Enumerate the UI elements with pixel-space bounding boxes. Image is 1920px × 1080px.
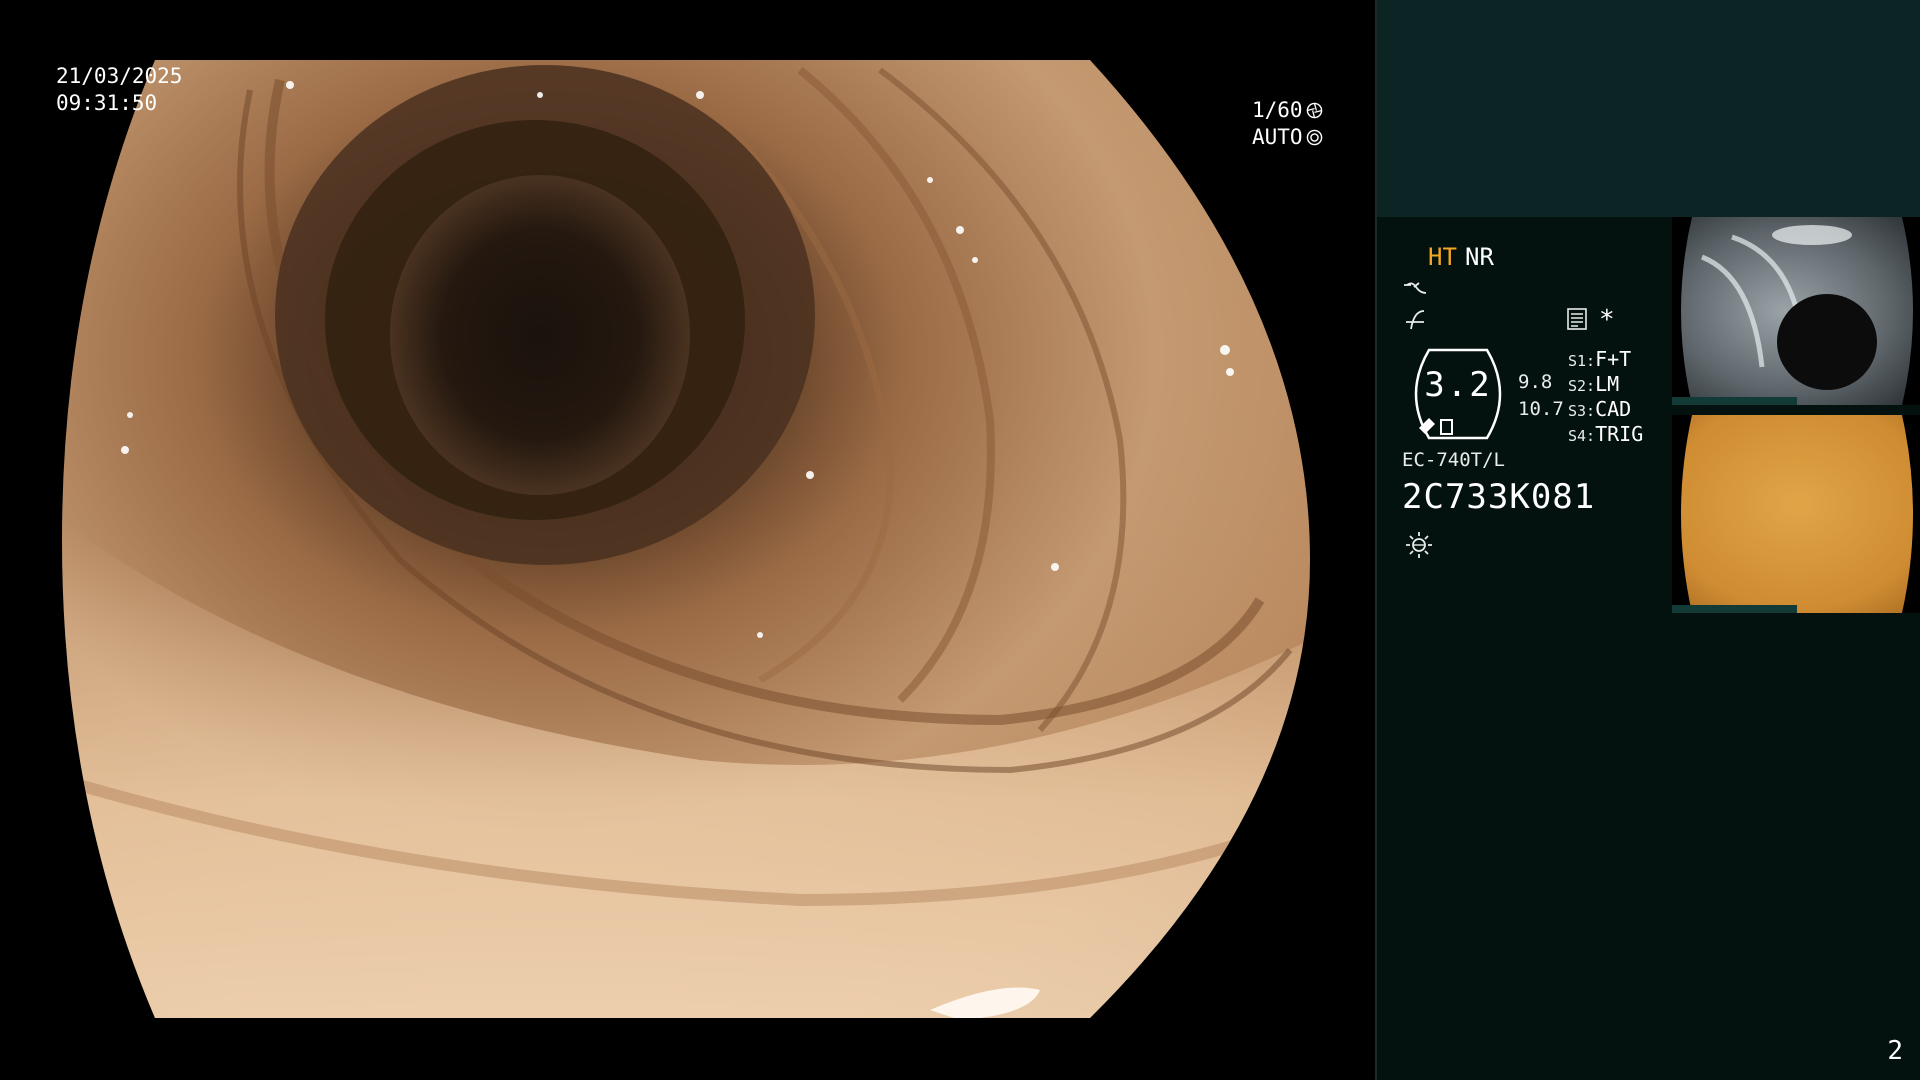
switch-value: TRIG	[1595, 422, 1644, 446]
capture-thumbnail-1[interactable]	[1672, 217, 1920, 405]
exposure-overlay: 1/60 AUTO	[1252, 97, 1323, 151]
thumbnail-image	[1681, 415, 1913, 613]
switch-key: S4:	[1568, 427, 1596, 445]
switch-row-s3: S3:CAD	[1568, 397, 1631, 421]
thumbnail-image	[1681, 217, 1913, 405]
switch-row-s4: S4:TRIG	[1568, 422, 1643, 446]
mode-ht-label: HT	[1428, 243, 1457, 271]
switch-row-s1: S1:F+T	[1568, 347, 1631, 371]
enhance-curve-icon	[1404, 282, 1427, 294]
date-text: 21/03/2025	[56, 64, 183, 88]
color-tone-icon	[1406, 310, 1425, 330]
shutter-icon	[1306, 102, 1322, 119]
thumbnail-bar	[1672, 605, 1797, 613]
switch-value: LM	[1595, 372, 1620, 396]
capture-thumbnail-2[interactable]	[1672, 415, 1920, 613]
switch-value: CAD	[1595, 397, 1632, 421]
switch-key: S2:	[1568, 377, 1596, 395]
scope-serial: 2C733K081	[1402, 477, 1596, 517]
page-number: 2	[1887, 1036, 1903, 1066]
endoscopic-image	[62, 60, 1310, 1018]
star-icon: *	[1599, 305, 1615, 335]
switch-key: S1:	[1568, 352, 1596, 370]
switch-row-s2: S2:LM	[1568, 372, 1619, 396]
time-text: 09:31:50	[56, 91, 158, 115]
thumbnail-bar	[1672, 397, 1797, 405]
record-doc-icon	[1567, 308, 1587, 330]
mode-nr-label: NR	[1465, 243, 1494, 271]
zoom-value: 3.2	[1424, 365, 1492, 405]
light-source-icon	[1406, 532, 1432, 558]
shutter-row: 1/60	[1252, 97, 1323, 124]
zoom-secondary-a: 9.8	[1518, 371, 1553, 393]
endoscope-view: 21/03/2025 09:31:50 1/60 AUTO	[0, 0, 1375, 1080]
date-time-overlay: 21/03/2025 09:31:50	[56, 63, 182, 117]
panel-body: HT NR * 3.2 9.8 10.7 S1:F+T S2:LM S3:CAD	[1377, 217, 1920, 1080]
zoom-secondary-b: 10.7	[1518, 398, 1564, 420]
panel-header-area	[1377, 0, 1920, 217]
iris-mode-text: AUTO	[1252, 125, 1303, 149]
shutter-text: 1/60	[1252, 98, 1303, 122]
auto-iris-icon	[1306, 129, 1322, 146]
iris-row: AUTO	[1252, 124, 1323, 151]
switch-value: F+T	[1595, 347, 1632, 371]
switch-key: S3:	[1568, 402, 1596, 420]
info-panel: HT NR * 3.2 9.8 10.7 S1:F+T S2:LM S3:CAD	[1375, 0, 1920, 1080]
scope-model: EC-740T/L	[1402, 449, 1505, 471]
